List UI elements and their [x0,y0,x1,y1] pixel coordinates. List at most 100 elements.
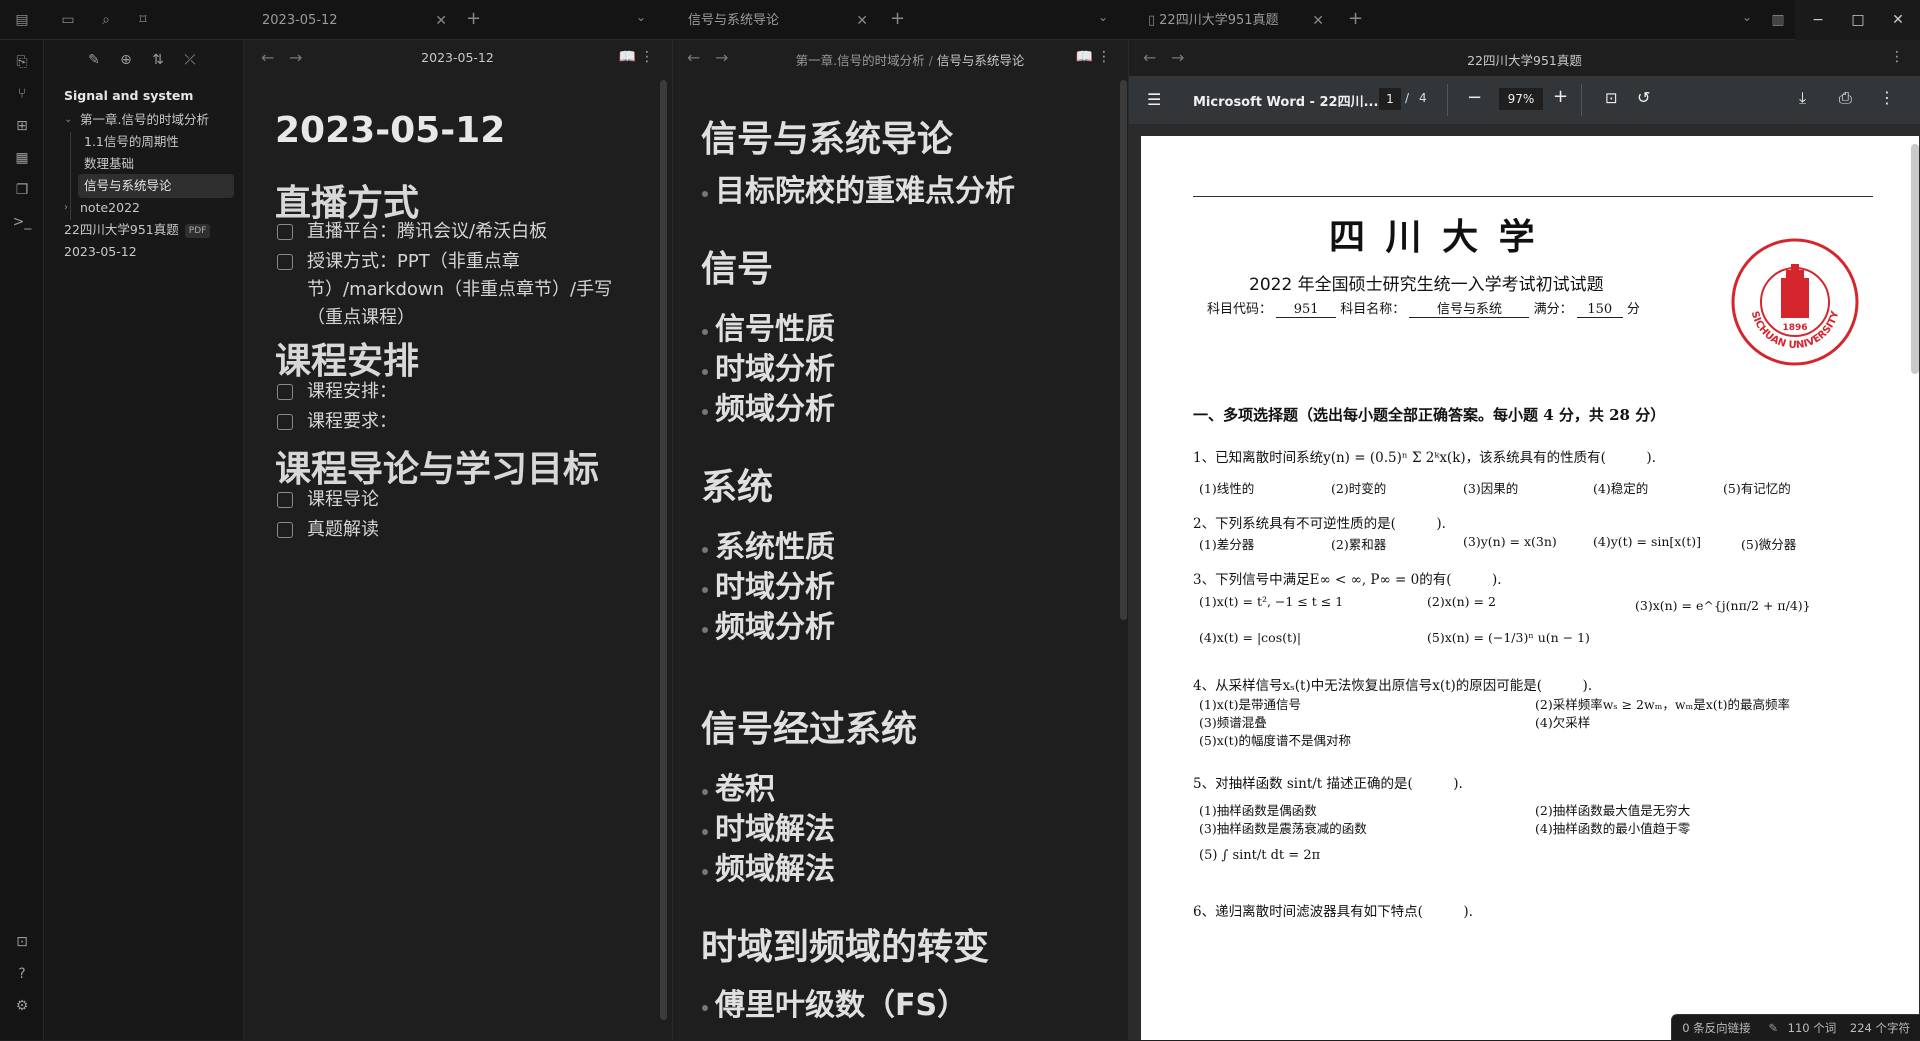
close-tab-icon[interactable]: ✕ [856,6,868,36]
canvas-icon[interactable]: ⊞ [12,116,32,136]
scrollbar[interactable] [660,80,667,1020]
q2-option: (1)差分器 [1199,537,1255,552]
chevron-down-icon[interactable]: ⌄ [1742,10,1752,24]
breadcrumb-parent[interactable]: 第一章.信号的时域分析 [796,53,925,68]
checkbox[interactable] [277,522,293,538]
tab-label: 22四川大学951真题 [1159,13,1279,28]
checkbox[interactable] [277,414,293,430]
breadcrumb-current: 信号与系统导论 [936,53,1025,68]
new-tab-icon[interactable]: + [890,8,905,29]
terminal-icon[interactable]: >_ [12,212,32,232]
divider [1581,84,1582,116]
section-heading: 信号经过系统 [701,709,918,750]
subject-name: 信号与系统 [1409,298,1530,318]
tree-folder-note2022[interactable]: note2022 [80,196,140,220]
task-text: 真题解读 [307,519,379,540]
tree-folder-chapter1[interactable]: 第一章.信号的时域分析 [80,108,209,132]
close-tab-icon[interactable]: ✕ [1312,6,1324,36]
new-folder-icon[interactable]: ⊕ [116,50,136,70]
edit-icon[interactable]: ✎ [1768,1021,1778,1035]
task-text: 课程安排： [307,381,397,402]
switch-file-icon[interactable]: ⎘ [12,52,32,72]
tab-signal-intro[interactable]: 信号与系统导论 ✕ [676,6,876,36]
reading-view-icon[interactable]: 📖 [619,49,636,65]
rotate-icon[interactable]: ↺ [1637,88,1650,107]
sidebar-toggle-icon[interactable]: ▤ [12,10,32,30]
tree-file-signal-intro[interactable]: 信号与系统导论 [78,174,234,198]
task-item[interactable]: 授课方式：PPT（非重点章节）/markdown（非重点章节）/手写（重点课程） [277,248,627,332]
menu-icon[interactable]: ☰ [1147,90,1161,109]
checkbox[interactable] [277,254,293,270]
checkbox[interactable] [277,492,293,508]
tab-pdf[interactable]: ▯ 22四川大学951真题 ✕ [1136,6,1332,36]
sort-icon[interactable]: ⇅ [148,50,168,70]
pane-pdf: ← → 22四川大学951真题 ⋮ ☰ Microsoft Word - 22四… [1128,40,1920,1040]
chevron-down-icon[interactable]: ⌄ [1098,10,1108,24]
task-item[interactable]: 课程安排： [277,378,627,406]
backlinks-count[interactable]: 0 条反向链接 [1682,1021,1750,1035]
tree-file-2023-05-12[interactable]: 2023-05-12 [64,240,137,264]
tree-file-periodicity[interactable]: 1.1信号的周期性 [84,130,179,154]
more-options-icon[interactable]: ⋮ [1879,88,1895,107]
more-options-icon[interactable]: ⋮ [1097,49,1111,65]
pane-signal-intro: ← → 第一章.信号的时域分析 / 信号与系统导论 📖 ⋮ 信号与系统导论 目标… [672,40,1127,1040]
close-tab-icon[interactable]: ✕ [435,6,447,36]
task-item[interactable]: 真题解读 [277,516,627,544]
list-item: 卷积 [702,770,775,810]
tree-file-pdf[interactable]: 22四川大学951真题 PDF [64,218,211,242]
task-item[interactable]: 课程导论 [277,486,627,514]
vault-switch-icon[interactable]: ⊡ [12,932,32,952]
download-icon[interactable]: ⤓ [1799,88,1806,108]
file-icon: ▯ [1148,13,1156,28]
new-tab-icon[interactable]: + [466,8,481,29]
reading-view-icon[interactable]: 📖 [1076,49,1093,65]
collapse-all-icon[interactable]: ⤫ [180,50,200,70]
calendar-icon[interactable]: ▦ [12,148,32,168]
tab-2023-05-12[interactable]: 2023-05-12 ✕ [250,6,455,36]
page-title: 信号与系统导论 [701,119,954,160]
more-options-icon[interactable]: ⋮ [640,49,654,65]
pdf-page: 四 川 大 学 2022 年全国硕士研究生统一入学考试初试试题 科目代码： 95… [1141,136,1919,1040]
zoom-in-icon[interactable]: + [1553,86,1568,107]
task-item[interactable]: 直播平台：腾讯会议/希沃白板 [277,218,627,246]
fit-page-icon[interactable]: ⊡ [1605,89,1618,107]
file-explorer: ✎ ⊕ ⇅ ⤫ Signal and system ⌄ 第一章.信号的时域分析 … [44,40,244,1040]
q3-option: (1)x(t) = t², −1 ≤ t ≤ 1 [1199,594,1344,609]
new-tab-icon[interactable]: + [1348,8,1363,29]
folder-icon[interactable]: ▭ [58,10,78,30]
word-count: 110 个词 [1787,1021,1837,1035]
scrollbar[interactable] [1120,80,1127,620]
graph-view-icon[interactable]: ⑂ [12,84,32,104]
help-icon[interactable]: ? [12,964,32,984]
page-number-input[interactable]: 1 [1379,88,1401,110]
checkbox[interactable] [277,384,293,400]
list-item-text: 频域分析 [715,610,835,645]
task-item[interactable]: 课程要求： [277,408,627,436]
print-icon[interactable]: ⎙ [1839,88,1852,108]
q5-option: (2)抽样函数最大值是无穷大 [1535,803,1691,818]
close-button[interactable]: ✕ [1875,0,1920,40]
zoom-input[interactable]: 97% [1499,88,1543,110]
chevron-down-icon[interactable]: ⌄ [636,10,646,24]
right-sidebar-toggle-icon[interactable]: ▥ [1768,10,1788,30]
new-note-icon[interactable]: ✎ [84,50,104,70]
settings-icon[interactable]: ⚙ [12,996,32,1016]
chevron-down-icon[interactable]: ⌄ [64,114,72,125]
list-item: 频域分析 [702,608,835,648]
chevron-right-icon[interactable]: › [64,202,68,213]
zoom-out-icon[interactable]: − [1467,87,1482,108]
bookmark-icon[interactable]: ⌑ [133,10,153,30]
checkbox[interactable] [277,224,293,240]
tree-file-math-basis[interactable]: 数理基础 [84,152,134,176]
templates-icon[interactable]: ❐ [12,180,32,200]
list-item: 频域解法 [702,850,835,890]
list-item: 傅里叶级数（FS） [702,986,967,1026]
vault-name[interactable]: Signal and system [64,84,193,108]
search-icon[interactable]: ⌕ [96,10,116,30]
pane-daily-note: ← → 2023-05-12 📖 ⋮ 2023-05-12 直播方式 直播平台：… [245,40,670,1040]
window-controls: − □ ✕ [1795,0,1920,40]
more-options-icon[interactable]: ⋮ [1890,49,1904,65]
pdf-scrollbar[interactable] [1911,144,1919,374]
q1-option: (5)有记忆的 [1723,481,1791,496]
q1-option: (1)线性的 [1199,481,1255,496]
